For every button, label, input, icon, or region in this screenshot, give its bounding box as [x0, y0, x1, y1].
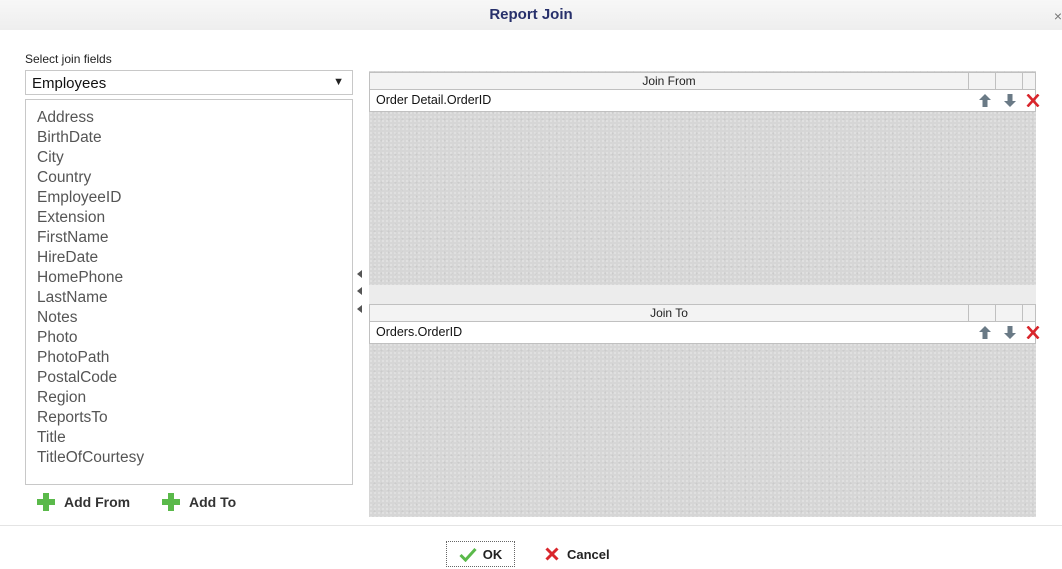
- join-panel-separator: [369, 285, 1036, 304]
- add-from-label: Add From: [64, 494, 131, 510]
- list-item[interactable]: LastName: [37, 288, 108, 308]
- delete-x-icon[interactable]: [1026, 94, 1040, 107]
- cancel-button[interactable]: Cancel: [545, 544, 610, 564]
- title-bar: Report Join ×: [0, 0, 1062, 30]
- chevron-down-icon: ▼: [333, 76, 344, 88]
- arrow-up-icon[interactable]: [979, 326, 991, 339]
- list-item[interactable]: City: [37, 148, 64, 168]
- join-from-header-label: Join From: [370, 73, 969, 89]
- join-from-header: Join From: [369, 72, 1036, 90]
- cancel-label: Cancel: [567, 546, 610, 562]
- add-to-button[interactable]: Add To: [162, 492, 236, 512]
- cancel-x-icon: [545, 547, 559, 561]
- delete-x-icon[interactable]: [1026, 326, 1040, 339]
- header-cell: [968, 73, 996, 89]
- list-item[interactable]: PhotoPath: [37, 348, 109, 368]
- check-icon: [459, 547, 477, 562]
- arrow-up-icon[interactable]: [979, 94, 991, 107]
- dialog-title: Report Join: [489, 6, 573, 23]
- table-select[interactable]: Employees ▼: [25, 70, 353, 95]
- select-join-fields-label: Select join fields: [25, 52, 112, 66]
- arrow-left-icon[interactable]: [357, 270, 362, 278]
- list-item[interactable]: EmployeeID: [37, 188, 121, 208]
- list-item[interactable]: Photo: [37, 328, 78, 348]
- list-item[interactable]: TitleOfCourtesy: [37, 448, 144, 468]
- table-select-value: Employees: [32, 75, 107, 92]
- field-list[interactable]: Address BirthDate City Country EmployeeI…: [25, 99, 353, 485]
- plus-icon: [37, 493, 55, 511]
- close-icon[interactable]: ×: [1054, 8, 1062, 24]
- list-item[interactable]: ReportsTo: [37, 408, 108, 428]
- list-item[interactable]: Address: [37, 108, 94, 128]
- list-item[interactable]: PostalCode: [37, 368, 117, 388]
- list-item[interactable]: HireDate: [37, 248, 98, 268]
- list-item[interactable]: BirthDate: [37, 128, 102, 148]
- splitter-arrows[interactable]: [357, 270, 365, 320]
- join-from-row[interactable]: Order Detail.OrderID: [369, 90, 1040, 112]
- join-to-field: Orders.OrderID: [376, 325, 463, 339]
- header-cell: [995, 73, 1023, 89]
- join-from-field: Order Detail.OrderID: [376, 93, 492, 107]
- join-to-header-label: Join To: [370, 305, 969, 321]
- arrow-left-icon[interactable]: [357, 287, 362, 295]
- arrow-down-icon[interactable]: [1004, 326, 1016, 339]
- arrow-down-icon[interactable]: [1004, 94, 1016, 107]
- list-item[interactable]: Notes: [37, 308, 78, 328]
- add-to-label: Add To: [189, 494, 237, 510]
- ok-label: OK: [482, 546, 503, 562]
- ok-button[interactable]: OK: [446, 541, 515, 567]
- join-to-row[interactable]: Orders.OrderID: [369, 322, 1040, 344]
- list-item[interactable]: Region: [37, 388, 86, 408]
- list-item[interactable]: FirstName: [37, 228, 108, 248]
- join-to-header: Join To: [369, 304, 1036, 322]
- list-item[interactable]: Title: [37, 428, 66, 448]
- plus-icon: [162, 493, 180, 511]
- header-cell: [995, 305, 1023, 321]
- arrow-left-icon[interactable]: [357, 305, 362, 313]
- list-item[interactable]: HomePhone: [37, 268, 123, 288]
- list-item[interactable]: Extension: [37, 208, 105, 228]
- header-cell: [968, 305, 996, 321]
- footer-divider: [0, 525, 1062, 526]
- list-item[interactable]: Country: [37, 168, 91, 188]
- add-from-button[interactable]: Add From: [37, 492, 130, 512]
